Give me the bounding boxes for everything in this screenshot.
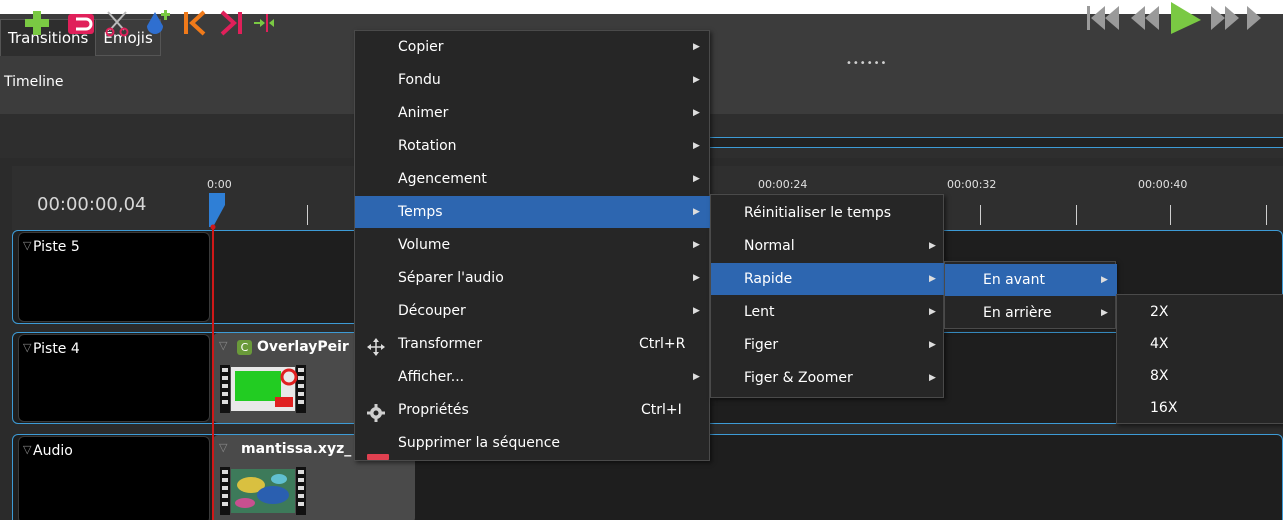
menu-item-decouper[interactable]: Découper ▶ <box>355 295 711 327</box>
add-marker-icon[interactable] <box>143 8 173 38</box>
menu-item-agencement[interactable]: Agencement ▶ <box>355 163 711 195</box>
menu-item-en-avant[interactable]: En avant ▶ <box>945 264 1117 296</box>
menu-item-4x[interactable]: 4X <box>1117 328 1283 360</box>
collapse-chevron-icon[interactable]: ▽ <box>23 239 31 252</box>
submenu-arrow-icon: ▶ <box>1101 308 1108 318</box>
menu-item-animer[interactable]: Animer ▶ <box>355 97 711 129</box>
track-name: Audio <box>33 443 73 459</box>
menu-item-volume[interactable]: Volume ▶ <box>355 229 711 261</box>
jump-start-icon[interactable] <box>1085 2 1125 32</box>
ruler-tick <box>1266 205 1267 225</box>
clip-menu-chevron-icon[interactable]: ▽ <box>219 441 227 454</box>
next-marker-icon[interactable] <box>216 8 246 38</box>
submenu-arrow-icon: ▶ <box>693 141 700 151</box>
menu-item-temps[interactable]: Temps ▶ <box>355 196 711 228</box>
submenu-arrow-icon: ▶ <box>693 207 700 217</box>
menu-item-figer[interactable]: Figer ▶ <box>711 329 945 361</box>
track-header[interactable]: ▽ Piste 4 <box>18 334 210 422</box>
submenu-arrow-icon: ▶ <box>693 273 700 283</box>
rewind-icon[interactable] <box>1127 2 1163 32</box>
collapse-chevron-icon[interactable]: ▽ <box>23 341 31 354</box>
submenu-arrow-icon: ▶ <box>1101 275 1108 285</box>
track-name: Piste 5 <box>33 239 80 255</box>
menu-item-afficher[interactable]: Afficher... ▶ <box>355 361 711 393</box>
timeline-zoom-scrollbar[interactable] <box>705 137 1283 148</box>
menu-item-proprietes[interactable]: Propriétés Ctrl+I <box>355 394 711 426</box>
speed-submenu: 2X 4X 8X 16X <box>1116 294 1283 424</box>
menu-item-separer-audio[interactable]: Séparer l'audio ▶ <box>355 262 711 294</box>
snap-magnet-icon[interactable] <box>66 8 96 38</box>
menu-item-rapide[interactable]: Rapide ▶ <box>711 263 945 295</box>
shortcut-label: Ctrl+I <box>641 402 682 418</box>
ruler-tick-label: 00:00:24 <box>758 178 808 191</box>
menu-item-2x[interactable]: 2X <box>1117 296 1283 328</box>
clip-title: OverlayPeir <box>257 339 349 355</box>
play-icon[interactable] <box>1165 0 1205 34</box>
panel-title: Timeline <box>4 74 64 90</box>
submenu-arrow-icon: ▶ <box>693 174 700 184</box>
shortcut-label: Ctrl+R <box>639 336 686 352</box>
remove-icon <box>367 440 389 472</box>
ruler-tick <box>1076 205 1077 225</box>
clip-menu-chevron-icon[interactable]: ▽ <box>219 339 227 352</box>
submenu-arrow-icon: ▶ <box>693 75 700 85</box>
playhead-line[interactable] <box>212 196 214 520</box>
submenu-arrow-icon: ▶ <box>693 306 700 316</box>
submenu-arrow-icon: ▶ <box>693 108 700 118</box>
fast-forward-icon[interactable] <box>1207 2 1243 32</box>
clip-title: mantissa.xyz_ <box>241 441 352 457</box>
razor-icon[interactable] <box>102 8 132 38</box>
menu-item-fondu[interactable]: Fondu ▶ <box>355 64 711 96</box>
track-name: Piste 4 <box>33 341 80 357</box>
jump-end-icon[interactable] <box>1245 2 1265 32</box>
submenu-arrow-icon: ▶ <box>929 373 936 383</box>
center-playhead-icon[interactable] <box>252 8 282 38</box>
collapse-chevron-icon[interactable]: ▽ <box>23 443 31 456</box>
menu-item-rotation[interactable]: Rotation ▶ <box>355 130 711 162</box>
previous-marker-icon[interactable] <box>180 8 210 38</box>
temps-submenu: Réinitialiser le temps Normal ▶ Rapide ▶ L… <box>710 194 945 398</box>
submenu-arrow-icon: ▶ <box>693 42 700 52</box>
player-controls <box>1085 0 1265 34</box>
playhead-handle-icon[interactable] <box>205 191 229 233</box>
ruler-tick <box>1170 205 1171 225</box>
menu-item-16x[interactable]: 16X <box>1117 392 1283 424</box>
menu-item-en-arriere[interactable]: En arrière ▶ <box>945 297 1117 329</box>
clip-type-badge: C <box>237 340 252 355</box>
submenu-arrow-icon: ▶ <box>929 241 936 251</box>
submenu-arrow-icon: ▶ <box>929 340 936 350</box>
ruler-tick-label: 00:00:40 <box>1138 178 1188 191</box>
ruler-tick <box>307 205 308 225</box>
menu-item-transformer[interactable]: Transformer Ctrl+R <box>355 328 711 360</box>
menu-item-normal[interactable]: Normal ▶ <box>711 230 945 262</box>
menu-item-copier[interactable]: Copier ▶ <box>355 31 711 63</box>
submenu-arrow-icon: ▶ <box>929 307 936 317</box>
menu-item-8x[interactable]: 8X <box>1117 360 1283 392</box>
current-timecode: 00:00:00,04 <box>37 194 147 215</box>
rapide-submenu: En avant ▶ En arrière ▶ <box>944 261 1117 329</box>
menu-item-supprimer-sequence[interactable]: Supprimer la séquence <box>355 427 711 460</box>
context-menu: Copier ▶ Fondu ▶ Animer ▶ Rotation ▶ Agencem… <box>354 30 711 461</box>
track-header[interactable]: ▽ Piste 5 <box>18 232 210 322</box>
add-track-icon[interactable] <box>22 8 52 38</box>
ruler-tick-label: 00:00:32 <box>947 178 997 191</box>
ruler-tick <box>980 205 981 225</box>
menu-item-figer-zoomer[interactable]: Figer & Zoomer ▶ <box>711 362 945 394</box>
clip-thumbnail <box>217 361 309 421</box>
splitter-handle[interactable]: •••••• <box>846 58 887 69</box>
menu-item-lent[interactable]: Lent ▶ <box>711 296 945 328</box>
submenu-arrow-icon: ▶ <box>929 274 936 284</box>
submenu-arrow-icon: ▶ <box>693 240 700 250</box>
clip-thumbnail <box>217 463 309 520</box>
submenu-arrow-icon: ▶ <box>693 372 700 382</box>
ruler-tick-label: 0:00 <box>207 178 232 191</box>
menu-item-reinitialiser-temps[interactable]: Réinitialiser le temps <box>711 197 945 229</box>
track-header[interactable]: ▽ Audio <box>18 436 210 520</box>
